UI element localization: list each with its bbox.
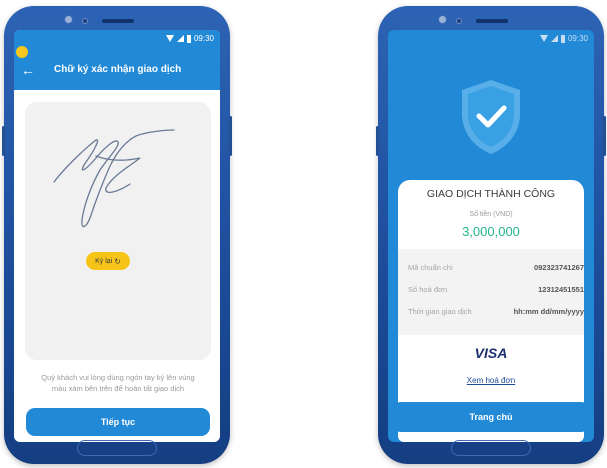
sensor [82, 18, 88, 24]
signature-hint: Quý khách vui lòng dùng ngón tay ký lên … [26, 372, 210, 394]
amount-value: 3,000,000 [462, 224, 520, 239]
phone-right: 09:30 GIAO DỊCH THÀNH CÔNG Số tiền (VND)… [376, 6, 606, 464]
signature-screen: 09:30 ← Chữ ký xác nhận giao dịch Ký lại… [14, 30, 220, 442]
status-bar: 09:30 [165, 34, 214, 43]
status-bar: 09:30 [539, 34, 588, 43]
signal-icon [550, 35, 558, 42]
battery-icon [186, 34, 191, 43]
back-arrow-icon[interactable]: ← [21, 63, 35, 77]
retry-label: Ký lại [95, 257, 113, 265]
detail-value: 092323741267 [533, 263, 584, 272]
detail-label: Mã chuẩn chi [408, 263, 453, 272]
amount-label: Số tiền (VND) [469, 211, 513, 218]
detail-label: Thời gian giao dịch [408, 307, 472, 316]
home-button [77, 440, 157, 456]
volume-button [376, 126, 379, 156]
result-title: GIAO DỊCH THÀNH CÔNG [426, 188, 556, 200]
signature-stroke [53, 129, 175, 228]
sensor [456, 18, 462, 24]
earpiece-speaker [102, 19, 134, 23]
notification-dot [16, 46, 28, 58]
front-camera [64, 15, 73, 24]
continue-button[interactable]: Tiếp tục [26, 408, 210, 436]
status-time: 09:30 [567, 34, 588, 43]
mockup-stage: 09:30 ← Chữ ký xác nhận giao dịch Ký lại… [0, 0, 607, 468]
app-header: 09:30 ← Chữ ký xác nhận giao dịch [14, 30, 220, 90]
volume-button [2, 126, 5, 156]
home-page-button[interactable]: Trang chủ [392, 402, 590, 432]
wifi-icon [165, 35, 174, 42]
retry-sign-button[interactable]: Ký lại ↻ [86, 252, 130, 270]
power-button [229, 116, 232, 156]
success-screen: 09:30 GIAO DỊCH THÀNH CÔNG Số tiền (VND)… [388, 30, 594, 442]
earpiece-speaker [476, 19, 508, 23]
detail-value: 12312451551 [538, 285, 584, 294]
power-button [603, 116, 606, 156]
status-time: 09:30 [193, 34, 214, 43]
shield-check-icon [462, 80, 520, 154]
home-button [451, 440, 531, 456]
detail-value: hh:mm dd/mm/yyyy [513, 307, 584, 316]
detail-row-auth-code: Mã chuẩn chi 092323741267 [408, 263, 584, 272]
wifi-icon [539, 35, 548, 42]
view-bill-link[interactable]: Xem hoá đơn [398, 376, 584, 385]
hint-line-1: Quý khách vui lòng dùng ngón tay ký lên … [41, 373, 195, 382]
detail-row-transaction-time: Thời gian giao dịch hh:mm dd/mm/yyyy [408, 307, 584, 316]
hint-line-2: màu xám bên trên để hoàn tất giao dịch [51, 384, 185, 393]
transaction-details: Mã chuẩn chi 092323741267 Số hoá đơn 123… [398, 249, 584, 335]
signal-icon [176, 35, 184, 42]
battery-icon [560, 34, 565, 43]
detail-row-invoice-number: Số hoá đơn 12312451551 [408, 285, 584, 294]
visa-logo: VISA [474, 345, 508, 361]
detail-label: Số hoá đơn [408, 285, 448, 294]
phone-left: 09:30 ← Chữ ký xác nhận giao dịch Ký lại… [2, 6, 232, 464]
refresh-icon: ↻ [114, 256, 121, 266]
front-camera [438, 15, 447, 24]
page-title: Chữ ký xác nhận giao dịch [54, 64, 182, 75]
